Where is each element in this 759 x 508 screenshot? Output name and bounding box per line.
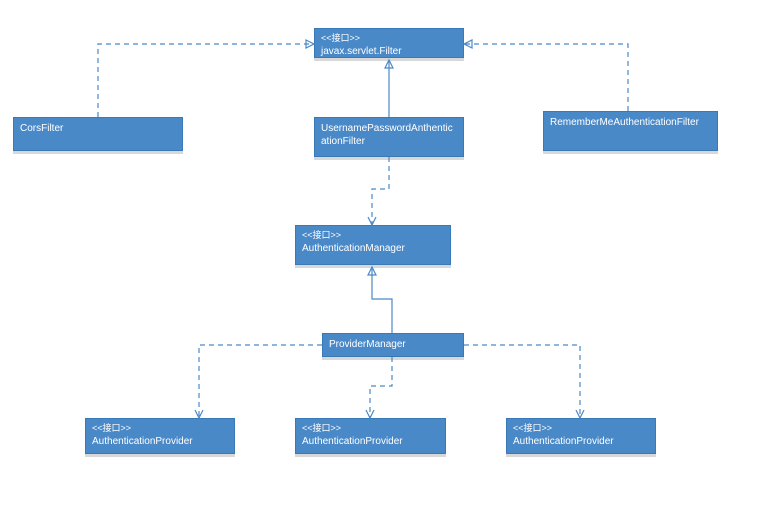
box-filter-interface: <<接口>> javax.servlet.Filter bbox=[314, 28, 464, 58]
stereotype-label: <<接口>> bbox=[321, 33, 457, 45]
class-name: RememberMeAuthenticationFilter bbox=[550, 116, 711, 129]
box-provider-manager: ProviderManager bbox=[322, 333, 464, 357]
edge-provider-to-authprovider3 bbox=[464, 345, 580, 418]
box-remember-me-filter: RememberMeAuthenticationFilter bbox=[543, 111, 718, 151]
class-name: UsernamePasswordAnthenticationFilter bbox=[321, 122, 457, 148]
edge-cors-to-filter bbox=[98, 44, 314, 117]
stereotype-label: <<接口>> bbox=[302, 230, 444, 242]
edge-provider-to-authprovider1 bbox=[199, 345, 322, 418]
stereotype-label: <<接口>> bbox=[92, 423, 228, 435]
class-name: ProviderManager bbox=[329, 338, 457, 351]
box-auth-provider-2: <<接口>> AuthenticationProvider bbox=[295, 418, 446, 454]
class-name: AuthenticationManager bbox=[302, 242, 444, 255]
box-auth-provider-3: <<接口>> AuthenticationProvider bbox=[506, 418, 656, 454]
box-cors-filter: CorsFilter bbox=[13, 117, 183, 151]
box-authentication-manager: <<接口>> AuthenticationManager bbox=[295, 225, 451, 265]
class-name: CorsFilter bbox=[20, 122, 176, 135]
edge-provider-to-authmanager bbox=[372, 267, 392, 333]
edge-provider-to-authprovider2 bbox=[370, 357, 392, 418]
edge-username-to-authmanager bbox=[372, 157, 389, 225]
stereotype-label: <<接口>> bbox=[302, 423, 439, 435]
class-name: javax.servlet.Filter bbox=[321, 45, 457, 58]
class-name: AuthenticationProvider bbox=[302, 435, 439, 448]
edge-remember-to-filter bbox=[464, 44, 628, 111]
stereotype-label: <<接口>> bbox=[513, 423, 649, 435]
class-name: AuthenticationProvider bbox=[92, 435, 228, 448]
class-name: AuthenticationProvider bbox=[513, 435, 649, 448]
box-username-password-filter: UsernamePasswordAnthenticationFilter bbox=[314, 117, 464, 157]
box-auth-provider-1: <<接口>> AuthenticationProvider bbox=[85, 418, 235, 454]
